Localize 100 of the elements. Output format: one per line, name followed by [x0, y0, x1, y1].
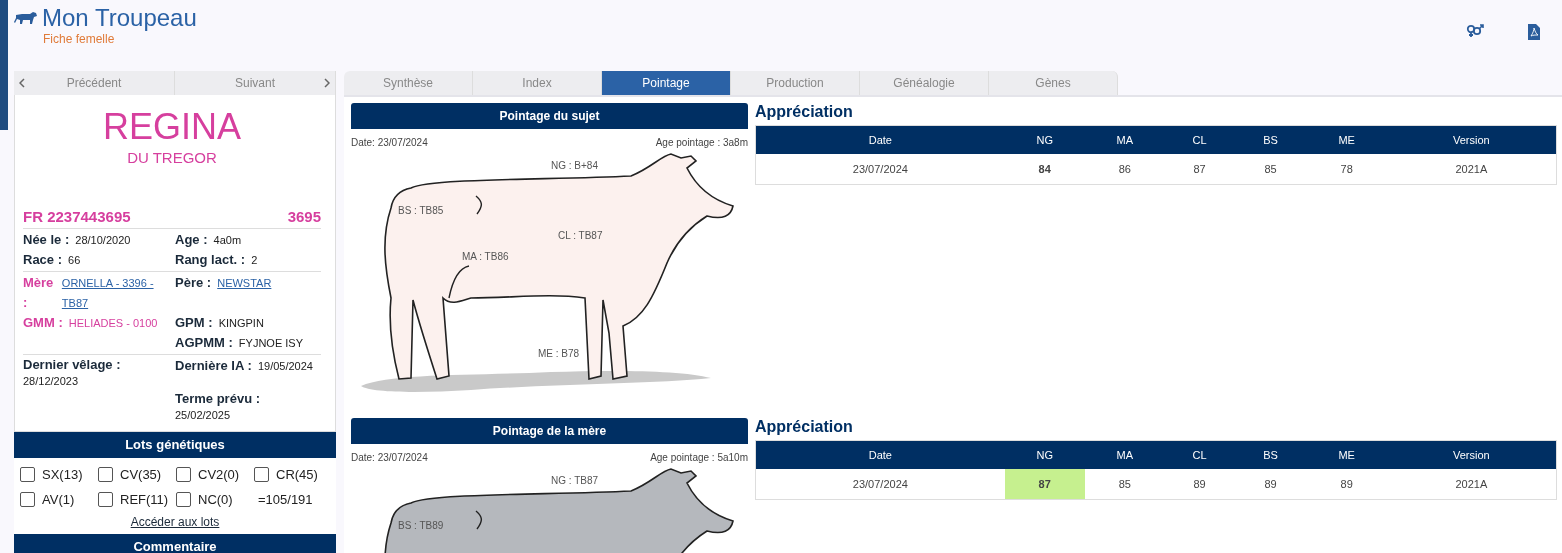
lots-link[interactable]: Accéder aux lots	[130, 515, 220, 529]
field-value: 28/10/2020	[75, 234, 131, 246]
field-label: Père :	[175, 275, 212, 290]
field-value: 19/05/2024	[257, 360, 313, 372]
chevron-right-icon	[324, 78, 330, 88]
score-label: NG : B+84	[551, 160, 598, 171]
table-cell: 89	[1164, 469, 1235, 500]
field-label: AGPMM :	[175, 335, 233, 350]
field-link[interactable]: NEWSTAR	[217, 277, 272, 289]
column-header: MA	[1084, 440, 1165, 469]
animal-name: REGINA	[102, 105, 242, 149]
page-subtitle: Fiche femelle	[43, 32, 116, 46]
appreciation-title: Appréciation	[755, 418, 854, 436]
checkbox-label: CV2(0)	[198, 467, 240, 482]
field-label: Née le :	[23, 232, 70, 247]
chevron-left-icon	[19, 78, 25, 88]
checkbox-label: NC(0)	[198, 492, 233, 507]
field-label: Mère :	[23, 274, 55, 312]
cow-logo-icon	[14, 11, 38, 25]
table-cell: 2021A	[1386, 469, 1557, 500]
table-cell: 89	[1306, 469, 1387, 500]
table-cell: 78	[1306, 154, 1387, 185]
score-label: MA : TB86	[462, 251, 509, 262]
work-number: 3695	[287, 208, 321, 225]
field-label: Dernière IA :	[175, 358, 252, 373]
scoring-age: Age pointage : 3a8m	[655, 137, 748, 148]
scoring-date: Date: 23/07/2024	[351, 452, 428, 463]
checkbox-label: CR(45)	[276, 467, 318, 482]
field-value: FYJNOE ISY	[238, 337, 304, 349]
score-label: BS : TB85	[398, 205, 444, 216]
checkbox[interactable]	[254, 467, 269, 482]
column-header: Version	[1386, 125, 1557, 154]
checkbox[interactable]	[98, 467, 113, 482]
column-header: NG	[1004, 125, 1085, 154]
pdf-file-icon[interactable]	[1528, 24, 1540, 40]
table-cell: 23/07/2024	[755, 154, 1005, 185]
column-header: BS	[1234, 125, 1307, 154]
field-label: GMM :	[23, 315, 63, 330]
score-label: CL : TB87	[558, 230, 603, 241]
appreciation-title: Appréciation	[755, 103, 854, 121]
column-header: ME	[1306, 125, 1387, 154]
column-header: BS	[1234, 440, 1307, 469]
field-value: HELIADES - 0100	[68, 317, 158, 329]
table-cell: 84	[1004, 154, 1085, 185]
checkbox-label: SX(13)	[42, 467, 83, 482]
gender-icon[interactable]	[1466, 24, 1484, 38]
table-cell: 85	[1234, 154, 1307, 185]
column-header: CL	[1164, 125, 1235, 154]
section-header: Commentaire	[14, 534, 336, 553]
table-cell: 86	[1084, 154, 1165, 185]
field-label: Terme prévu :	[175, 390, 261, 407]
field-label: Dernier vêlage :	[23, 356, 122, 373]
field-label: GPM :	[175, 315, 213, 330]
checkbox[interactable]	[98, 492, 113, 507]
checkbox-label: AV(1)	[42, 492, 75, 507]
field-value: 66	[68, 254, 81, 266]
column-header: Date	[755, 125, 1005, 154]
score-label: BS : TB89	[398, 520, 444, 531]
section-header: Lots génétiques	[14, 432, 336, 458]
table-cell: 85	[1084, 469, 1165, 500]
previous-button[interactable]: Précédent	[14, 71, 175, 95]
checkbox[interactable]	[176, 467, 191, 482]
scoring-date: Date: 23/07/2024	[351, 137, 428, 148]
field-label: Age :	[175, 232, 208, 247]
column-header: CL	[1164, 440, 1235, 469]
tab[interactable]: Généalogie	[860, 71, 989, 95]
field-label: Rang lact. :	[175, 252, 246, 267]
column-header: ME	[1306, 440, 1387, 469]
scoring-age: Age pointage : 5a10m	[650, 452, 748, 463]
checkbox[interactable]	[176, 492, 191, 507]
tab[interactable]: Index	[473, 71, 602, 95]
animal-id: FR 2237443695	[23, 208, 131, 225]
animal-affix: DU TREGOR	[126, 149, 218, 166]
field-value: 25/02/2025	[175, 408, 232, 423]
field-link[interactable]: ORNELLA - 3396 - TB87	[61, 273, 175, 313]
checkbox[interactable]	[20, 467, 35, 482]
checkbox[interactable]	[20, 492, 35, 507]
score-label: ME : B78	[538, 348, 580, 359]
score-label: NG : TB87	[551, 475, 599, 486]
column-header: NG	[1004, 440, 1085, 469]
table-cell: 23/07/2024	[755, 469, 1005, 500]
table-cell: 89	[1234, 469, 1307, 500]
table-cell: 2021A	[1386, 154, 1557, 185]
column-header: MA	[1084, 125, 1165, 154]
tab[interactable]: Synthèse	[344, 71, 473, 95]
app-title: Mon Troupeau	[42, 4, 197, 32]
checkbox-label: REF(11)	[120, 492, 169, 507]
tab[interactable]: Pointage	[602, 71, 731, 95]
column-header: Version	[1386, 440, 1557, 469]
field-value: KINGPIN	[218, 317, 264, 329]
field-label: Race :	[23, 252, 63, 267]
field-value: 4a0m	[213, 234, 242, 246]
field-value: 2	[251, 254, 258, 266]
checkbox-label: CV(35)	[120, 467, 162, 482]
table-cell: 87	[1164, 154, 1235, 185]
tab[interactable]: Gènes	[989, 71, 1118, 95]
field-value: 28/12/2023	[23, 374, 80, 389]
tab[interactable]: Production	[731, 71, 860, 95]
section-header: Pointage de la mère	[351, 418, 748, 444]
section-header: Pointage du sujet	[351, 103, 748, 129]
